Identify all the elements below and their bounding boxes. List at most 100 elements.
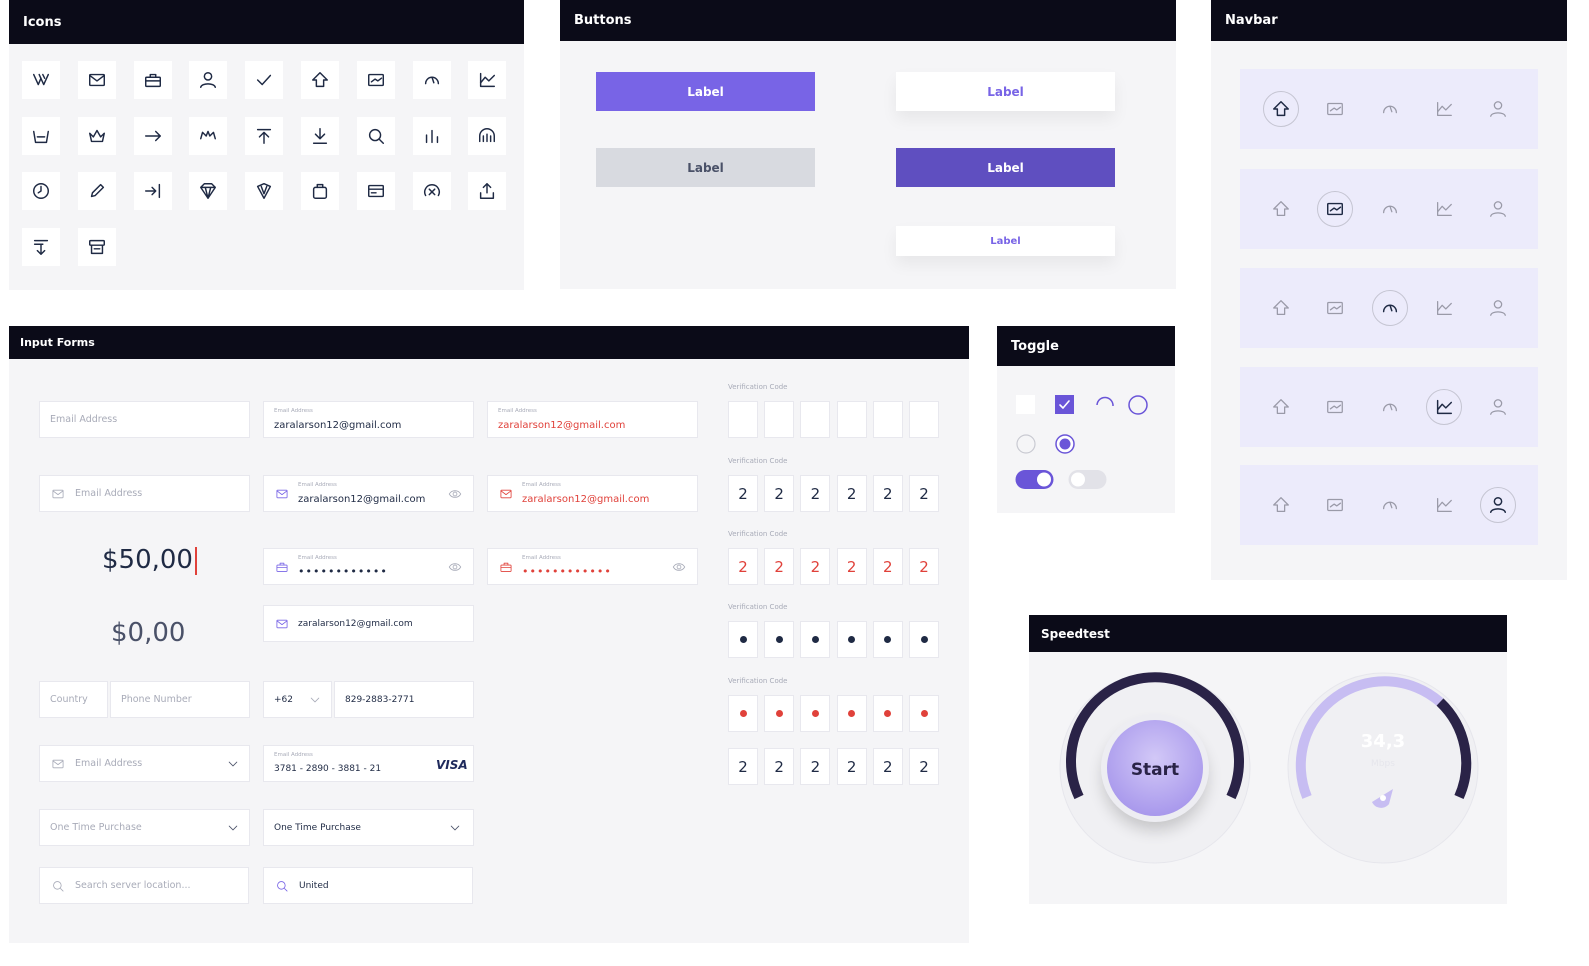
icon-tile[interactable] [189,61,228,99]
verification-digit-box[interactable] [764,621,795,658]
radio-selected[interactable] [1054,433,1076,455]
radio-outline[interactable] [1127,394,1149,416]
icon-tile[interactable] [412,172,451,211]
secondary-button[interactable]: Label [896,72,1115,111]
verification-digit-box[interactable] [872,695,903,732]
icon-tile[interactable] [77,61,116,99]
verification-digit-box[interactable]: 2 [764,475,795,512]
verification-digit-box[interactable] [800,621,831,658]
verification-digit-box[interactable]: 2 [800,475,831,512]
nav-item-home[interactable] [1263,191,1299,227]
switch-on[interactable] [1015,469,1055,491]
verification-digit-box[interactable] [728,695,758,732]
verification-digit-box[interactable]: 2 [764,748,795,785]
verification-digit-box[interactable] [909,401,939,438]
verification-digit-box[interactable]: 2 [800,548,831,585]
nav-item-home[interactable] [1263,487,1299,523]
verification-digit-box[interactable]: 2 [836,475,867,512]
verification-digit-box[interactable] [909,695,939,732]
verification-digit-box[interactable] [800,695,831,732]
radio-unselected[interactable] [1015,433,1037,455]
icon-tile[interactable] [301,172,339,211]
icon-tile[interactable] [301,116,339,155]
nav-item-user[interactable] [1480,191,1516,227]
verification-digit-box[interactable]: 2 [728,548,758,585]
verification-digit-box[interactable] [800,401,831,438]
country-field[interactable]: Country [39,681,108,718]
icon-tile[interactable] [189,116,228,155]
icon-tile[interactable] [22,116,60,155]
verification-digit-box[interactable] [836,621,867,658]
search-input-filled[interactable]: United [263,867,473,904]
search-input-empty[interactable]: Search server location... [39,867,249,904]
eye-icon[interactable] [448,487,462,501]
purchase-select-empty[interactable]: One Time Purchase [39,809,250,846]
verification-digit-box[interactable]: 2 [836,748,867,785]
checkbox-checked[interactable] [1055,395,1074,414]
verification-digit-box[interactable] [728,401,758,438]
icon-tile[interactable] [189,172,228,211]
nav-item-speedometer[interactable] [1372,389,1408,425]
nav-item-user[interactable] [1480,389,1516,425]
nav-item-speedometer[interactable] [1372,191,1408,227]
icon-tile[interactable] [245,61,284,99]
email-field-error[interactable]: Email Address zaralarson12@gmail.com [487,401,698,438]
nav-item-user[interactable] [1480,91,1516,127]
nav-item-speedometer[interactable] [1371,290,1408,326]
nav-item-speedometer[interactable] [1372,91,1408,127]
amount-input-empty[interactable]: $0,00 [111,618,185,648]
switch-off[interactable] [1068,469,1108,491]
nav-item-wallet[interactable] [1317,487,1353,523]
nav-item-speedometer[interactable] [1372,487,1408,523]
verification-digit-box[interactable] [909,621,939,658]
purchase-select-filled[interactable]: One Time Purchase [263,809,474,846]
icon-tile[interactable] [356,61,395,99]
eye-icon[interactable] [672,560,686,574]
verification-digit-box[interactable] [764,695,795,732]
verification-digit-box[interactable] [872,401,903,438]
nav-item-chart[interactable] [1426,487,1462,523]
checkbox-unchecked[interactable] [1016,395,1035,414]
icon-tile[interactable] [22,61,60,99]
icon-tile[interactable] [77,172,116,211]
nav-item-chart[interactable] [1426,191,1462,227]
verification-digit-box[interactable] [836,695,867,732]
icon-tile[interactable] [412,116,451,155]
email-field-empty[interactable]: Email Address [39,401,250,438]
icon-tile[interactable] [133,61,172,99]
nav-item-wallet[interactable] [1317,389,1353,425]
icon-tile[interactable] [77,116,116,155]
verification-digit-box[interactable]: 2 [728,475,758,512]
verification-digit-box[interactable]: 2 [872,475,903,512]
email-field-icon-error[interactable]: Email Address zaralarson12@gmail.com [487,475,698,512]
verification-digit-box[interactable]: 2 [836,548,867,585]
icon-tile[interactable] [301,61,339,99]
icon-tile[interactable] [245,116,284,155]
verification-digit-box[interactable]: 2 [872,548,903,585]
email-field-icon-value[interactable]: zaralarson12@gmail.com [263,605,474,642]
icon-tile[interactable] [22,228,60,267]
pressed-button[interactable]: Label [896,148,1115,187]
verification-digit-box[interactable] [836,401,867,438]
password-field-error[interactable]: Email Address •••••••••••• [487,548,698,585]
icon-tile[interactable] [245,172,284,211]
icon-tile[interactable] [133,116,172,155]
verification-digit-box[interactable]: 2 [764,548,795,585]
email-field-icon-filled[interactable]: Email Address zaralarson12@gmail.com [263,475,474,512]
password-field[interactable]: Email Address •••••••••••• [263,548,474,585]
icon-tile[interactable] [468,172,507,211]
verification-digit-box[interactable] [728,621,758,658]
icon-tile[interactable] [468,61,507,99]
icon-tile[interactable] [77,228,116,267]
nav-item-user[interactable] [1480,487,1517,523]
primary-button[interactable]: Label [596,72,815,111]
icon-tile[interactable] [22,172,60,211]
nav-item-wallet[interactable] [1317,290,1353,326]
phone-field-filled[interactable]: 829-2883-2771 [334,681,474,718]
nav-item-wallet[interactable] [1317,91,1353,127]
email-select-field[interactable]: Email Address [39,745,250,782]
nav-item-home[interactable] [1263,389,1299,425]
verification-digit-box[interactable]: 2 [800,748,831,785]
nav-item-chart[interactable] [1425,389,1462,425]
amount-input-active[interactable]: $50,00 [102,545,197,575]
